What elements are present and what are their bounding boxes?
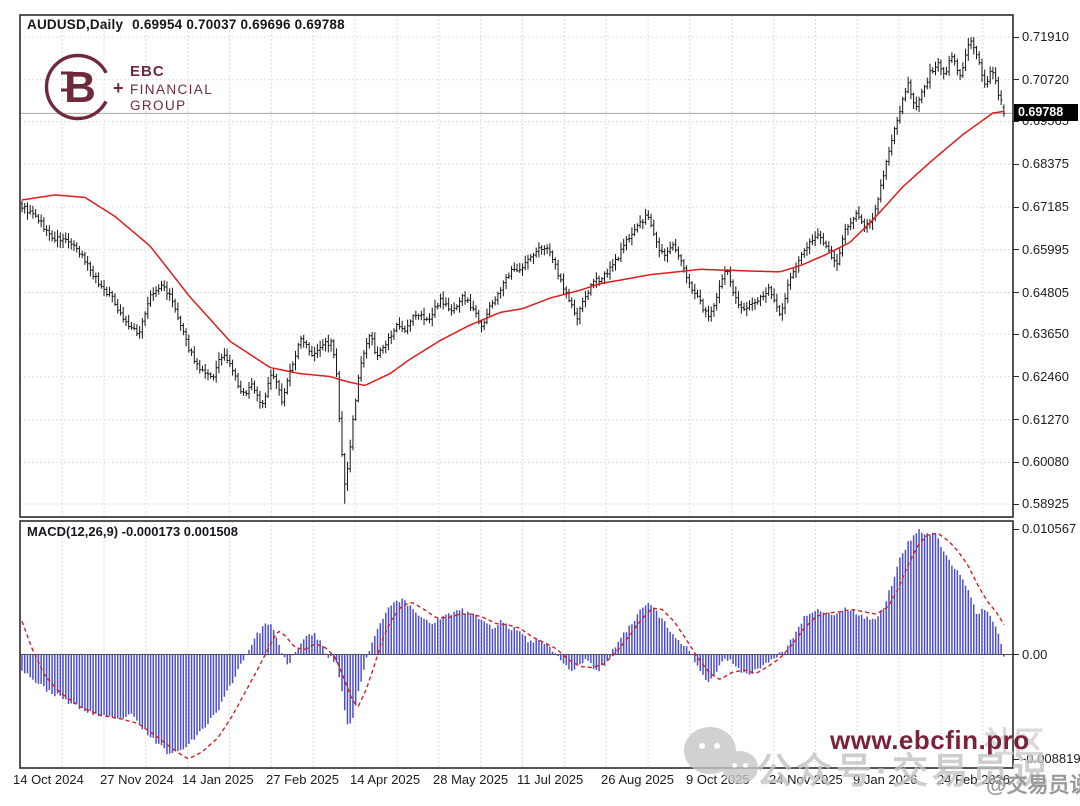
price-tick-mark xyxy=(1013,376,1019,378)
chart-window: AUDUSD,Daily 0.69954 0.70037 0.69696 0.69… xyxy=(0,0,1080,806)
price-tick-mark xyxy=(1013,333,1019,335)
wechat-icon xyxy=(684,727,774,789)
macd-tick-mark xyxy=(1013,654,1019,655)
price-tick-mark xyxy=(1013,249,1019,251)
price-tick-label: 0.68375 xyxy=(1022,156,1069,172)
date-label: 27 Feb 2025 xyxy=(266,772,340,787)
symbol-period-label: AUDUSD,Daily xyxy=(27,17,124,32)
price-tick-label: 0.64805 xyxy=(1022,284,1069,300)
price-tick-label: 0.60080 xyxy=(1022,454,1069,470)
macd-tick-label: 0.010567 xyxy=(1022,521,1077,536)
date-label: 28 May 2025 xyxy=(433,772,509,787)
price-tick-label: 0.61270 xyxy=(1022,411,1069,427)
logo-text-financial: FINANCIAL xyxy=(130,82,213,97)
date-label: 14 Jan 2025 xyxy=(182,772,254,787)
price-tick-label: 0.70720 xyxy=(1022,71,1069,87)
date-label: 27 Nov 2024 xyxy=(100,772,174,787)
ohlc-values: 0.69954 0.70037 0.69696 0.69788 xyxy=(132,17,345,32)
price-tick-mark xyxy=(1013,292,1019,293)
price-tick-label: 0.65995 xyxy=(1022,241,1069,257)
macd-tick-label: 0.00 xyxy=(1022,646,1048,662)
date-label: 11 Jul 2025 xyxy=(517,772,584,787)
logo-text-group: GROUP xyxy=(130,98,187,113)
macd-indicator-label: MACD(12,26,9) -0.000173 0.001508 xyxy=(27,524,239,539)
price-tick-label: 0.58925 xyxy=(1022,496,1069,511)
chart-title: AUDUSD,Daily 0.69954 0.70037 0.69696 0.69… xyxy=(27,17,345,32)
price-tick-mark xyxy=(1013,503,1019,505)
ebc-logo: B + EBC FINANCIAL GROUP xyxy=(44,53,213,121)
author-handle-watermark: @交易员说 xyxy=(986,774,1080,797)
date-label: 26 Aug 2025 xyxy=(601,772,675,787)
date-label: 14 Apr 2025 xyxy=(350,772,421,787)
price-tick-label: 0.63650 xyxy=(1022,326,1069,342)
logo-monogram: B xyxy=(64,63,96,112)
price-tick-mark xyxy=(1013,36,1019,38)
price-tick-label: 0.67185 xyxy=(1022,199,1069,214)
price-tick-mark xyxy=(1013,163,1019,165)
logo-text-ebc: EBC xyxy=(130,63,165,80)
current-price-tag: 0.69788 xyxy=(1014,104,1078,121)
price-tick-label: 0.71910 xyxy=(1022,29,1069,44)
website-watermark: www.ebcfin.pro xyxy=(830,725,1030,755)
price-tick-mark xyxy=(1013,461,1019,463)
macd-tick-mark xyxy=(1013,528,1019,530)
logo-plus-icon: + xyxy=(113,78,124,98)
price-tick-mark xyxy=(1013,206,1019,208)
price-tick-label: 0.62460 xyxy=(1022,368,1069,384)
price-tick-mark xyxy=(1013,419,1019,421)
price-tick-mark xyxy=(1013,79,1019,81)
date-label: 14 Oct 2024 xyxy=(13,772,84,787)
price-tick-mark xyxy=(1013,120,1019,122)
